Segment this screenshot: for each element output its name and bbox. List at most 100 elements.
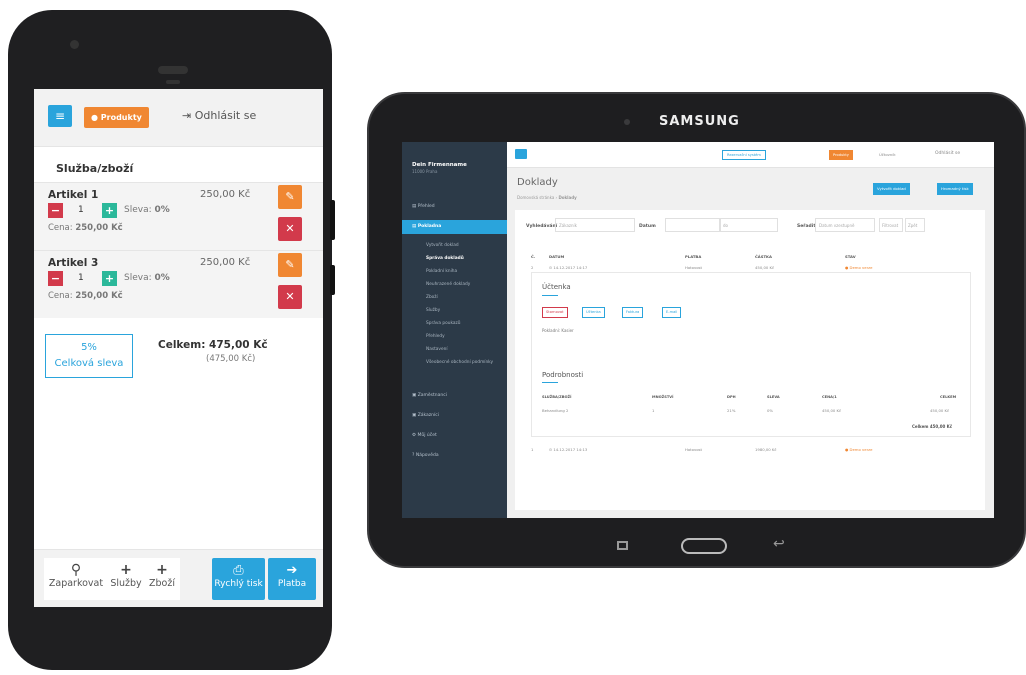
sidebar-subitem[interactable]: Neuhrazené doklady: [426, 282, 470, 287]
plus-button[interactable]: +: [102, 203, 117, 218]
cashier: Pokladní: Kasier: [542, 328, 574, 333]
sidebar-item-account[interactable]: ⚙ Můj účet: [402, 429, 507, 443]
cart-item: Artikel 1 250,00 Kč − 1 + Sleva: 0% Cena…: [34, 182, 323, 250]
sidebar-item-overview[interactable]: ▤ Přehled: [402, 200, 507, 214]
table-header: ČÁSTKA: [755, 254, 772, 259]
email-button[interactable]: E-mail: [662, 307, 682, 318]
logout-button[interactable]: ⇥ Odhlásit se: [182, 109, 256, 122]
tablet-device: SAMSUNG Dein Firmenname 11000 Praha ▤ Př…: [367, 92, 1026, 568]
phone-sensor: [166, 80, 180, 84]
pay-button[interactable]: ➔ Platba: [268, 558, 316, 600]
reset-button[interactable]: Zpět: [905, 218, 925, 232]
sidebar-subitem[interactable]: Správa dokladů: [426, 256, 464, 261]
bulk-print-button[interactable]: Hromadný tisk: [937, 183, 973, 195]
item-name: Artikel 3: [48, 257, 99, 269]
sidebar-subitem[interactable]: Přehledy: [426, 334, 445, 339]
detail-header: SLUŽBA/ZBOŽÍ: [542, 395, 572, 399]
reservation-button[interactable]: Rezervační systém: [722, 150, 766, 160]
detail-cell: 21%: [727, 408, 736, 413]
edit-icon[interactable]: ✎: [278, 253, 302, 277]
row-number: 1: [531, 447, 534, 452]
products-button[interactable]: Produkty: [829, 150, 853, 160]
sidebar-subitem[interactable]: Zboží: [426, 295, 438, 300]
row-number: 2: [531, 265, 534, 270]
sidebar-item-cash-register[interactable]: ▤ Pokladna: [402, 220, 507, 234]
hamburger-icon[interactable]: ≡: [48, 105, 72, 127]
top-bar: Rezervační systém Produkty Účtovník Odhl…: [507, 142, 994, 168]
detail-cell: 0%: [767, 408, 774, 413]
filter-button[interactable]: Filtrovat: [879, 218, 903, 232]
delete-icon[interactable]: ✕: [278, 217, 302, 241]
detail-header: DPH: [727, 395, 736, 399]
pin-icon: ⚲: [70, 562, 82, 578]
delete-icon[interactable]: ✕: [278, 285, 302, 309]
home-button[interactable]: [681, 538, 727, 554]
documents-card: Vyhledávání Zákazník Datum do Seřadit Da…: [515, 210, 985, 510]
quick-print-button[interactable]: ⎙ Rychlý tisk: [212, 558, 265, 600]
date-to-input[interactable]: do: [720, 218, 778, 232]
search-input[interactable]: Zákazník: [555, 218, 635, 232]
sort-select[interactable]: Datum vzestupně: [815, 218, 875, 232]
services-button[interactable]: + Služby: [108, 558, 144, 600]
row-status: ● Demo verze: [845, 265, 873, 270]
create-document-button[interactable]: Vytvořit doklad: [873, 183, 910, 195]
table-header: DATUM: [549, 254, 565, 259]
detail-header: SLEVA: [767, 395, 780, 399]
sidebar-item-employees[interactable]: ▣ Zaměstnanci: [402, 389, 507, 403]
minus-button[interactable]: −: [48, 271, 63, 286]
logout-icon: ⇥: [182, 109, 195, 122]
document-detail: Účtenka Stornovat Účtenka Faktura E-mail…: [531, 272, 971, 437]
products-button[interactable]: ● Produkty: [84, 107, 149, 128]
detail-cell: 450,00 Kč: [930, 408, 950, 413]
detail-header: CENA/1: [822, 395, 837, 399]
total-amount: Celkem: 475,00 Kč: [158, 339, 268, 351]
item-name: Artikel 1: [48, 189, 99, 201]
receipt-button[interactable]: Účtenka: [582, 307, 605, 318]
detail-header: MNOŽSTVÍ: [652, 395, 674, 399]
recent-apps-icon[interactable]: [617, 541, 628, 550]
item-price: 250,00 Kč: [200, 257, 251, 268]
total-discount-button[interactable]: 5% Celková sleva: [45, 334, 133, 378]
sidebar-subitem[interactable]: Správa poukazů: [426, 321, 461, 326]
sidebar-item-help[interactable]: ? Nápověda: [402, 449, 507, 463]
table-header: Č.: [531, 254, 536, 259]
plus-button[interactable]: +: [102, 271, 117, 286]
item-unit-price: Cena: 250,00 Kč: [48, 223, 123, 233]
minus-button[interactable]: −: [48, 203, 63, 218]
edit-icon[interactable]: ✎: [278, 185, 302, 209]
sidebar-subitem[interactable]: Všeobecné obchodní podmínky: [426, 360, 496, 365]
sidebar-subitem[interactable]: Pokladní kniha: [426, 269, 457, 274]
invoice-button[interactable]: Faktura: [622, 307, 644, 318]
row-payment: Hotovost: [685, 265, 703, 270]
receipt-title: Účtenka: [542, 283, 571, 291]
phone-volume-button: [330, 200, 335, 240]
products-label: Produkty: [100, 113, 142, 122]
cancel-button[interactable]: Stornovat: [542, 307, 568, 318]
logout-button[interactable]: Odhlásit se: [935, 151, 960, 156]
row-status: ● Demo verze: [845, 447, 873, 452]
breadcrumb-home[interactable]: Domovská stránka: [517, 195, 554, 200]
phone-speaker: [158, 66, 188, 74]
user-label[interactable]: Účtovník: [879, 152, 896, 157]
item-discount: Sleva: 0%: [124, 273, 170, 283]
item-quantity[interactable]: 1: [78, 273, 84, 283]
detail-total: Celkem 450,00 Kč: [912, 424, 953, 429]
date-from-input[interactable]: [665, 218, 720, 232]
sidebar-subitem[interactable]: Služby: [426, 308, 440, 313]
sidebar-subitem[interactable]: Nastavení: [426, 347, 448, 352]
item-quantity[interactable]: 1: [78, 205, 84, 215]
goods-button[interactable]: + Zboží: [144, 558, 180, 600]
arrow-right-circle-icon: ➔: [286, 563, 298, 578]
total-sub: (475,00 Kč): [206, 354, 256, 364]
sidebar-subitem[interactable]: Vytvořit doklad: [426, 243, 459, 248]
park-button[interactable]: ⚲ Zaparkovat: [44, 558, 108, 600]
title-underline: [542, 295, 558, 296]
row-amount: 1980,00 Kč: [755, 447, 777, 452]
sidebar-item-customers[interactable]: ▣ Zákazníci: [402, 409, 507, 423]
plus-icon: +: [120, 562, 132, 578]
hamburger-icon[interactable]: [515, 149, 527, 159]
phone-device: ≡ ● Produkty ⇥ Odhlásit se Služba/zboží …: [8, 10, 335, 670]
back-icon[interactable]: ↩: [773, 536, 785, 552]
cart-item: Artikel 3 250,00 Kč − 1 + Sleva: 0% Cena…: [34, 250, 323, 318]
phone-power-button: [330, 265, 335, 295]
